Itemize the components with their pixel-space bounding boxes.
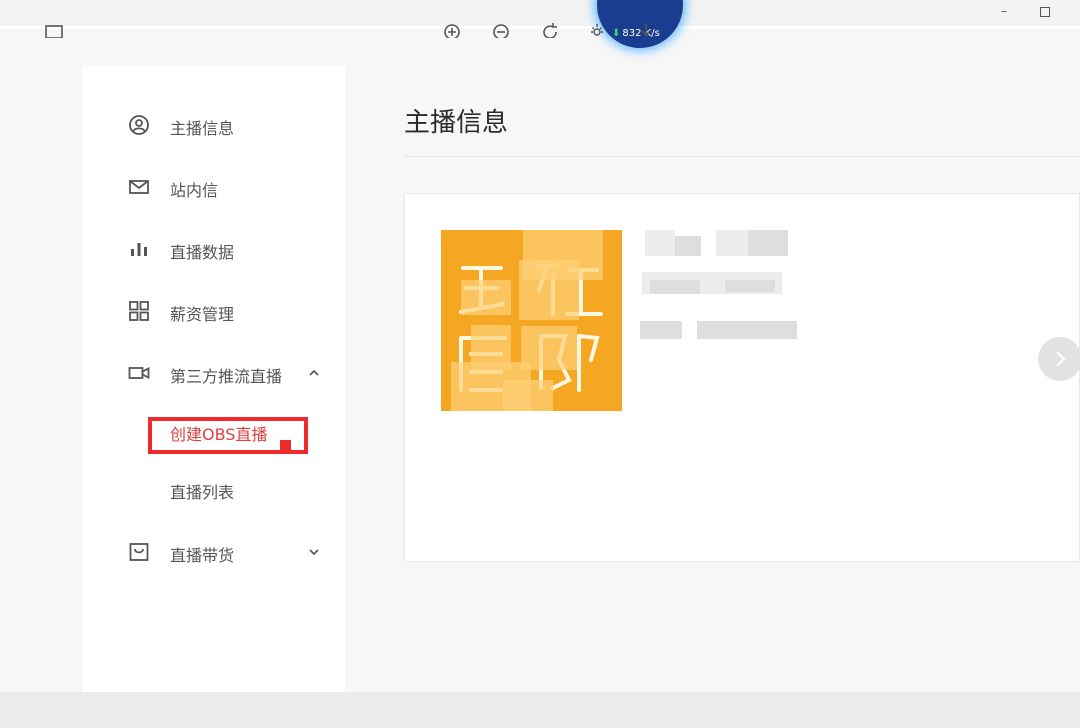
- user-circle-icon: [128, 114, 150, 136]
- streamer-avatar: [441, 230, 622, 411]
- sidebar-item-label: 站内信: [170, 181, 219, 200]
- avatar-blur-region: [461, 280, 511, 315]
- redacted-streamer-name: [645, 230, 675, 256]
- sidebar-item-label: 直播带货: [170, 546, 235, 565]
- sidebar-item-live-data[interactable]: 直播数据: [82, 229, 345, 269]
- avatar-blur-region: [503, 380, 553, 411]
- download-arrow-icon: ⬇: [612, 28, 621, 39]
- sidebar-item-salary[interactable]: 薪资管理: [82, 291, 345, 331]
- download-icon[interactable]: [637, 20, 655, 38]
- window-titlebar: [0, 0, 1080, 26]
- zoom-out-icon[interactable]: [492, 20, 510, 40]
- square-icon[interactable]: [45, 20, 63, 39]
- avatar-blur-region: [519, 260, 579, 320]
- chevron-right-icon: [1056, 351, 1066, 367]
- redacted-room-number: [725, 280, 775, 292]
- title-divider: [404, 156, 1080, 157]
- video-camera-icon: [128, 362, 150, 384]
- avatar-blur-region: [521, 326, 577, 370]
- minimize-button[interactable]: –: [993, 2, 1015, 22]
- redacted-account-info: [640, 321, 682, 339]
- sidebar-item-label: 直播数据: [170, 243, 235, 262]
- rotate-icon[interactable]: [541, 20, 559, 39]
- titlebar-divider: [0, 26, 1080, 29]
- next-button[interactable]: [1038, 337, 1080, 381]
- grid-icon: [128, 300, 150, 322]
- shopping-bag-icon: [128, 541, 150, 563]
- redacted-streamer-name: [716, 230, 748, 256]
- sidebar-item-third-party-stream[interactable]: 第三方推流直播: [82, 353, 345, 393]
- redacted-room-number: [650, 280, 700, 294]
- sidebar-item-live-commerce[interactable]: 直播带货: [82, 532, 345, 572]
- bar-chart-icon: [128, 238, 150, 260]
- brightness-icon[interactable]: [588, 20, 606, 38]
- zoom-in-icon[interactable]: [443, 20, 461, 40]
- sidebar-item-label: 薪资管理: [170, 305, 235, 324]
- chevron-down-icon: [308, 543, 320, 556]
- sidebar-item-label: 主播信息: [170, 119, 235, 138]
- viewer-toolbar: [0, 692, 1080, 728]
- mail-icon: [128, 176, 150, 198]
- redacted-streamer-name: [675, 236, 701, 256]
- chevron-up-icon: [308, 364, 320, 376]
- redacted-streamer-name: [748, 230, 788, 256]
- redacted-account-info: [697, 321, 797, 339]
- sidebar-item-messages[interactable]: 站内信: [82, 167, 345, 207]
- sidebar-subitem-label: 直播列表: [170, 483, 235, 502]
- page-title: 主播信息: [404, 108, 509, 138]
- sidebar-subitem-live-list[interactable]: 直播列表: [82, 472, 345, 506]
- sidebar-item-label: 第三方推流直播: [170, 367, 283, 386]
- maximize-button[interactable]: [1034, 2, 1056, 22]
- maximize-icon: [1040, 6, 1050, 17]
- sidebar-item-streamer-info[interactable]: 主播信息: [82, 105, 345, 145]
- annotation-marker: [280, 440, 291, 451]
